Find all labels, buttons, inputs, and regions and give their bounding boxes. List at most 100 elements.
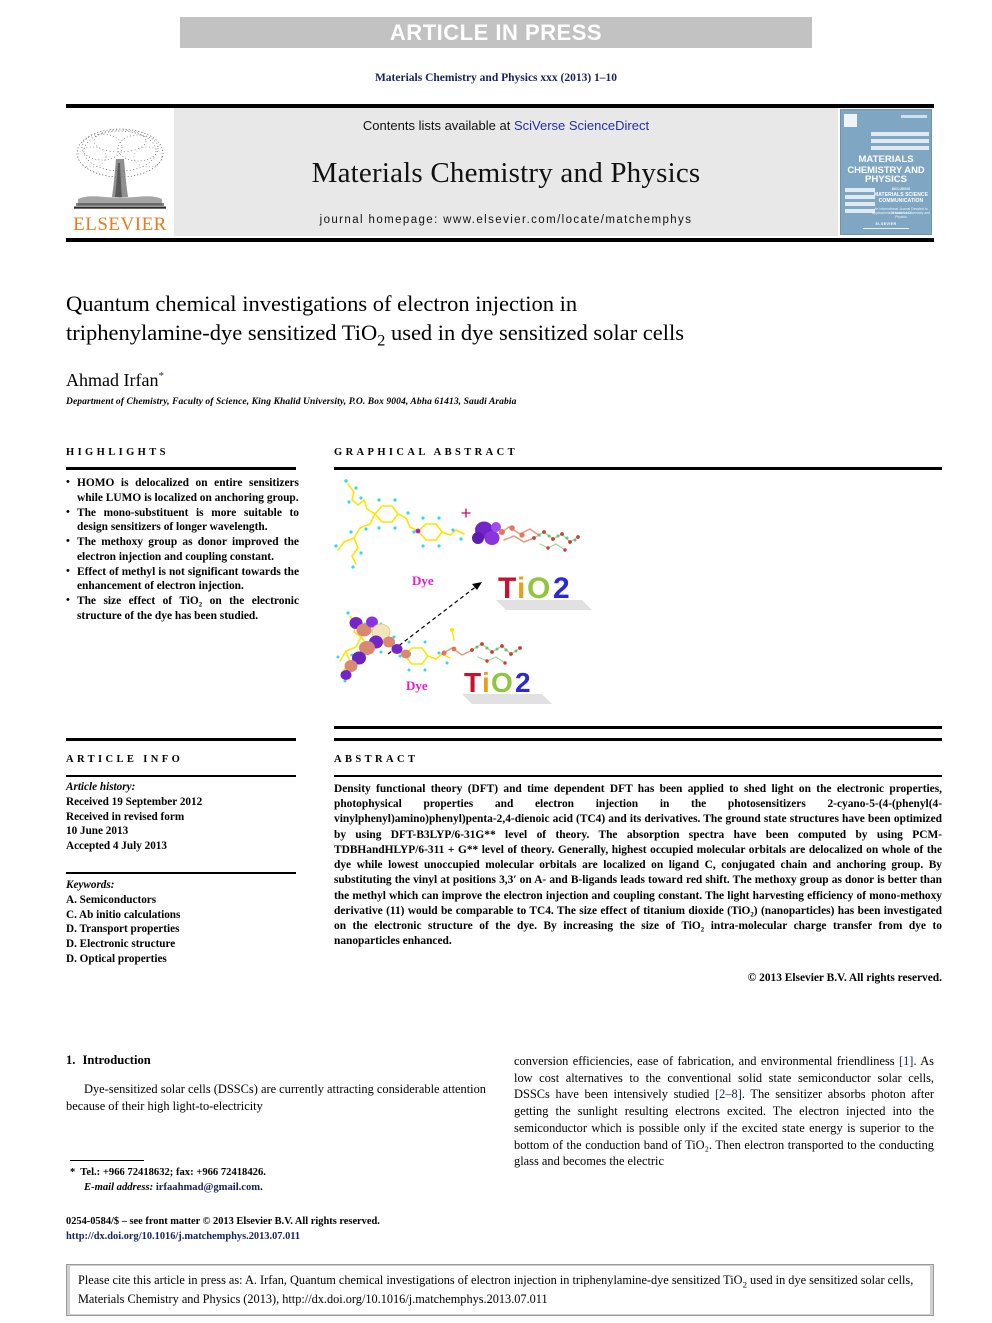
elsevier-tree-icon [74, 128, 166, 209]
page-title: Quantum chemical investigations of elect… [66, 290, 896, 351]
svg-text:T: T [498, 572, 516, 605]
cover-bar [871, 139, 929, 143]
abstract-rule [334, 775, 942, 777]
author-footnote-marker: * [158, 370, 164, 382]
elsevier-wordmark: ELSEVIER [73, 214, 167, 235]
sciencedirect-link[interactable]: SciVerse ScienceDirect [514, 118, 649, 133]
citation-ref-2[interactable]: [2–8] [715, 1087, 742, 1101]
electron-injection-arrow [387, 581, 483, 655]
journal-cover-art: MATERIALS CHEMISTRY AND PHYSICS INCLUDIN… [840, 109, 932, 235]
graphical-abstract-bottom-rule [334, 726, 942, 729]
footnote-contact: Tel.: +966 72418632; fax: +966 72418426. [80, 1167, 266, 1178]
graphical-abstract-svg: Dye T i O 2 Dye T i O 2 [334, 479, 592, 704]
orbital-lobe [484, 531, 500, 545]
footnote-email-line: E-mail address: irfaahmad@gmail.com. [84, 1181, 263, 1193]
imprint-front-matter: 0254-0584/$ – see front matter © 2013 El… [66, 1216, 380, 1227]
imprint-doi[interactable]: http://dx.doi.org/10.1016/j.matchemphys.… [66, 1230, 666, 1245]
molecule-top [334, 479, 580, 569]
section-title: Introduction [82, 1053, 151, 1067]
highlights-list: HOMO is delocalized on entire sensitizer… [66, 475, 299, 624]
nitrogen-atom [415, 528, 421, 534]
cover-fine2: Applications of Material Chemistry and P… [871, 211, 931, 219]
footnote-rule [70, 1160, 144, 1162]
abstract-top-rule [334, 738, 942, 741]
article-history-item: Accepted 4 July 2013 [66, 840, 167, 853]
title-line-2a: triphenylamine-dye sensitized TiO [66, 319, 378, 345]
svg-text:2: 2 [553, 572, 570, 605]
abstract-heading: Abstract [334, 754, 419, 765]
journal-title: Materials Chemistry and Physics [311, 157, 701, 189]
tio2-wordmark-top: T i O 2 [496, 572, 592, 610]
contents-lists-line: Contents lists available at SciVerse Sci… [363, 118, 649, 133]
introduction-left-column: Dye-sensitized solar cells (DSSCs) are c… [66, 1081, 486, 1114]
cover-sub3: COMMUNICATION [878, 198, 924, 204]
journal-masthead: ELSEVIER Contents lists available at Sci… [66, 108, 934, 236]
cover-brand: ELSEVIER [875, 222, 897, 226]
title-line-2b: used in dye sensitized solar cells [385, 319, 684, 345]
keyword-item: D. Electronic structure [66, 938, 176, 951]
list-item: The size effect of TiO₂ on the electroni… [66, 593, 299, 624]
dye-label-top: Dye [412, 573, 434, 588]
article-history-label: Article history: [66, 781, 136, 793]
author-affiliation: Department of Chemistry, Faculty of Scie… [66, 397, 517, 407]
graphical-abstract-heading: Graphical abstract [334, 447, 519, 458]
keyword-item: D. Transport properties [66, 923, 180, 936]
article-history-item: Received 19 September 2012 [66, 795, 203, 808]
author-label: Ahmad Irfan [66, 370, 159, 390]
introduction-right-column: conversion efficiencies, ease of fabrica… [514, 1053, 934, 1170]
keyword-item: A. Semiconductors [66, 893, 157, 906]
journal-homepage[interactable]: journal homepage: www.elsevier.com/locat… [320, 214, 693, 226]
highlights-ul: HOMO is delocalized on entire sensitizer… [66, 475, 299, 624]
imprint-block: 0254-0584/$ – see front matter © 2013 El… [66, 1215, 666, 1245]
svg-text:i: i [517, 572, 525, 605]
list-item: The methoxy group as donor improved the … [66, 534, 299, 565]
keyword-item: C. Ab initio calculations [66, 908, 181, 921]
svg-text:T: T [464, 667, 481, 698]
dye-label-bottom: Dye [406, 678, 428, 693]
svg-text:O: O [527, 572, 550, 605]
cite-text-a: Please cite this article in press as: A.… [78, 1272, 743, 1287]
section-number: 1. [66, 1053, 76, 1067]
footnote-marker: * [70, 1167, 76, 1178]
journal-cover-thumbnail: MATERIALS CHEMISTRY AND PHYSICS INCLUDIN… [838, 108, 934, 236]
article-info-rule [66, 775, 296, 777]
abstract-copyright: © 2013 Elsevier B.V. All rights reserved… [747, 972, 942, 984]
keywords-label: Keywords: [66, 879, 115, 891]
citation-ref-1[interactable]: [1] [899, 1054, 913, 1068]
cite-box: Please cite this article in press as: A.… [70, 1266, 930, 1314]
footnote-contact-line: * Tel.: +966 72418632; fax: +966 72418426… [70, 1166, 490, 1181]
cover-sub1: INCLUDING [891, 187, 911, 191]
graphical-abstract-top-rule [334, 467, 942, 470]
contents-lists-prefix: Contents lists available at [362, 118, 514, 133]
highlights-heading: Highlights [66, 447, 169, 458]
cover-bar [871, 132, 929, 136]
cover-header-bar [901, 115, 927, 118]
cite-box-text: Please cite this article in press as: A.… [70, 1272, 930, 1308]
article-history: Article history: Received 19 September 2… [66, 780, 296, 854]
masthead-bottom-rule [66, 238, 934, 242]
list-item: The mono-substituent is more suitable to… [66, 505, 299, 536]
svg-text:i: i [482, 667, 490, 698]
cover-bar [871, 146, 929, 150]
email-link[interactable]: irfaahmad@gmail.com [156, 1182, 260, 1193]
highlights-rule [66, 467, 296, 470]
cover-footer-rule [863, 227, 909, 229]
graphical-abstract-figure: Dye T i O 2 Dye T i O 2 [334, 472, 942, 724]
elsevier-logo: ELSEVIER [66, 108, 174, 236]
introduction-paragraph-left: Dye-sensitized solar cells (DSSCs) are c… [66, 1082, 486, 1113]
list-item: HOMO is delocalized on entire sensitizer… [66, 475, 299, 506]
masthead-center: Contents lists available at SciVerse Sci… [174, 108, 838, 236]
svg-text:O: O [491, 667, 513, 698]
article-history-item: Received in revised form [66, 810, 185, 823]
footnote-block: * Tel.: +966 72418632; fax: +966 72418426… [70, 1166, 490, 1195]
keyword-item: D. Optical properties [66, 952, 167, 965]
email-label: E-mail address: [84, 1181, 154, 1193]
article-history-item: 10 June 2013 [66, 825, 129, 838]
cover-elsevier-mark [844, 114, 857, 127]
article-info-top-rule [66, 738, 296, 741]
keywords-rule [66, 872, 296, 874]
introduction-heading: 1. Introduction [66, 1053, 151, 1068]
title-line-1: Quantum chemical investigations of elect… [66, 291, 578, 316]
list-item: Effect of methyl is not significant towa… [66, 564, 299, 595]
tio2-wordmark-bottom: T i O 2 [462, 667, 552, 704]
